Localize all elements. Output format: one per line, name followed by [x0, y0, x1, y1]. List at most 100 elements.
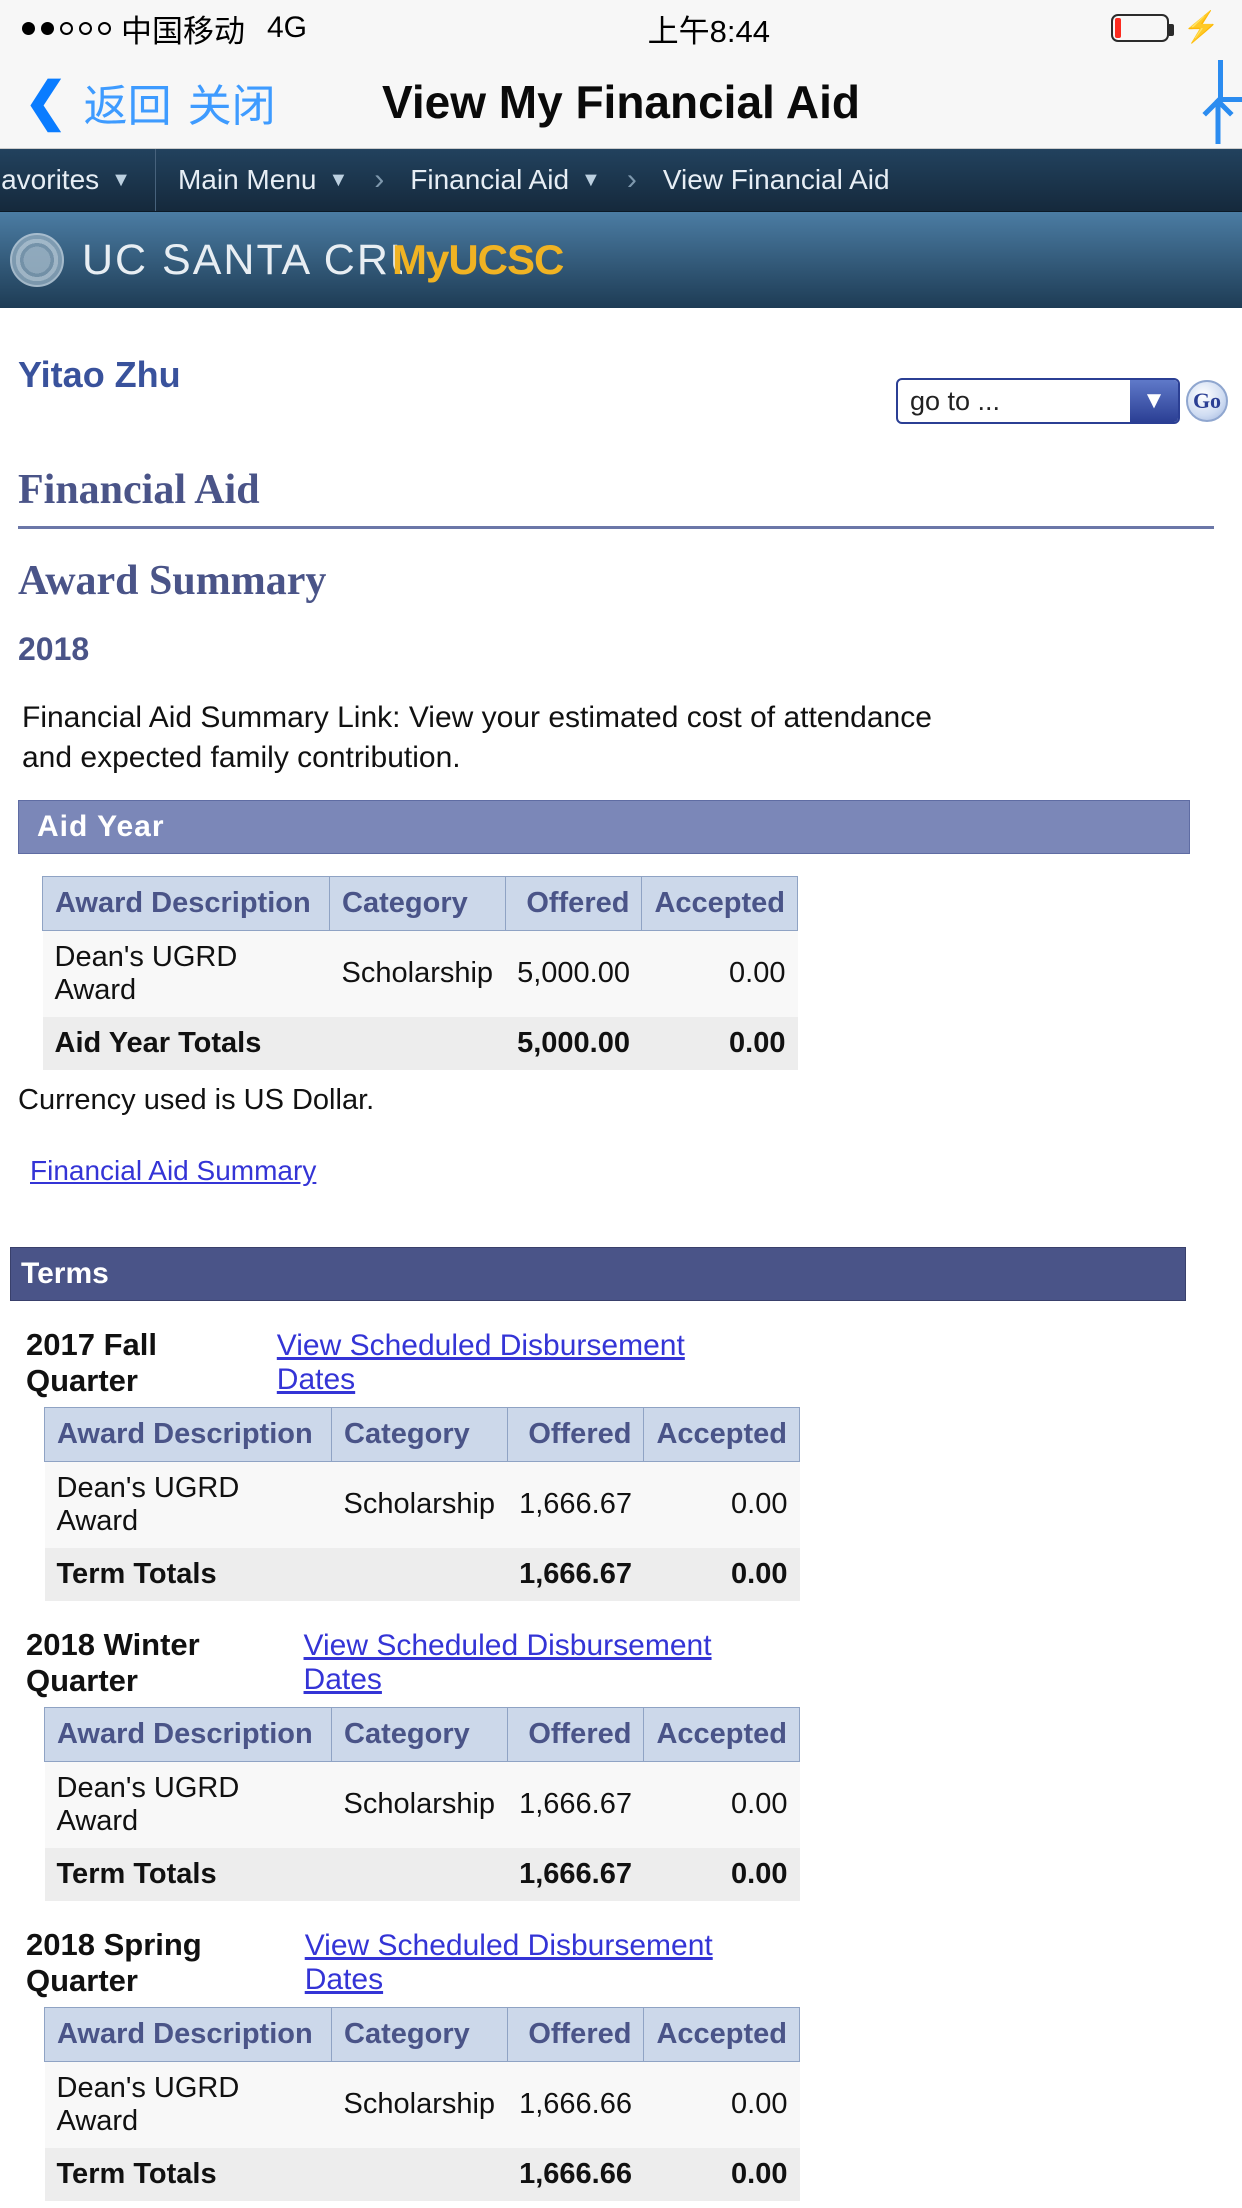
term-table: Award Description Category Offered Accep…: [44, 1707, 800, 1901]
table-totals-row: Term Totals 1,666.67 0.00: [45, 1848, 800, 1901]
term-name: 2017 Fall Quarter: [26, 1327, 277, 1399]
cell-totals-category: [330, 1017, 506, 1070]
cell-offered: 5,000.00: [505, 930, 642, 1017]
term-header: 2018 Winter Quarter View Scheduled Disbu…: [26, 1627, 786, 1699]
cell-accepted: 0.00: [642, 930, 798, 1017]
column-header-award-description: Award Description: [43, 876, 330, 930]
network-type-label: 4G: [267, 11, 307, 45]
term-name: 2018 Winter Quarter: [26, 1627, 304, 1699]
cell-category: Scholarship: [332, 1761, 508, 1848]
terms-section-header: Terms: [10, 1247, 1186, 1301]
breadcrumb-current: View Financial Aid: [641, 164, 912, 196]
cell-accepted: 0.00: [644, 2061, 800, 2148]
ucsc-banner: UC SANTA CRUZ MyUCSC: [0, 212, 1242, 308]
cell-category: Scholarship: [332, 2061, 508, 2148]
aid-year-summary-link-wrap: Financial Aid Summary: [0, 1117, 1242, 1187]
term-name: 2018 Spring Quarter: [26, 1927, 305, 1999]
table-header-row: Award Description Category Offered Accep…: [45, 1407, 800, 1461]
cell-totals-accepted: 0.00: [644, 2148, 800, 2201]
cell-totals-offered: 1,666.67: [507, 1848, 644, 1901]
ios-status-bar: 中国移动 4G 上午8:44 ⚡: [0, 0, 1242, 56]
table-row: Dean's UGRD Award Scholarship 1,666.66 0…: [45, 2061, 800, 2148]
breadcrumb-separator-icon: ›: [623, 163, 641, 197]
cell-award-description: Dean's UGRD Award: [43, 930, 330, 1017]
chevron-down-icon: ▼: [581, 169, 601, 192]
status-bar-right: ⚡: [1111, 13, 1220, 43]
cell-totals-offered: 1,666.67: [507, 1548, 644, 1601]
term-table: Award Description Category Offered Accep…: [44, 1407, 800, 1601]
goto-select[interactable]: go to ... ▼: [896, 378, 1180, 424]
breadcrumb-main-menu[interactable]: Main Menu ▼: [156, 164, 370, 196]
status-bar-clock: 上午8:44: [307, 6, 1111, 51]
term-block: 2017 Fall Quarter View Scheduled Disburs…: [0, 1327, 1242, 1601]
page-content: Yitao Zhu go to ... ▼ Go Financial Aid A…: [0, 308, 1242, 2208]
column-header-award-description: Award Description: [45, 1707, 332, 1761]
cell-totals-label: Aid Year Totals: [43, 1017, 330, 1070]
cell-totals-accepted: 0.00: [644, 1548, 800, 1601]
cell-award-description: Dean's UGRD Award: [45, 2061, 332, 2148]
cell-offered: 1,666.67: [507, 1761, 644, 1848]
cell-accepted: 0.00: [644, 1761, 800, 1848]
goto-row: go to ... ▼ Go: [0, 378, 1242, 424]
table-header-row: Award Description Category Offered Accep…: [45, 2007, 800, 2061]
view-disbursement-dates-link[interactable]: View Scheduled Disbursement Dates: [305, 1929, 770, 1997]
column-header-accepted: Accepted: [644, 2007, 800, 2061]
cell-category: Scholarship: [332, 1461, 508, 1548]
cell-totals-category: [332, 2148, 508, 2201]
column-header-offered: Offered: [507, 2007, 644, 2061]
intro-text: Financial Aid Summary Link: View your es…: [0, 668, 1010, 778]
view-disbursement-dates-link[interactable]: View Scheduled Disbursement Dates: [277, 1329, 770, 1397]
cell-offered: 1,666.66: [507, 2061, 644, 2148]
terms-currency-note: Currency used is US Dollar.: [0, 2201, 1242, 2208]
signal-strength-icon: [22, 22, 111, 35]
close-button[interactable]: 关闭: [188, 70, 276, 134]
table-row: Dean's UGRD Award Scholarship 1,666.67 0…: [45, 1461, 800, 1548]
chevron-down-icon: ▼: [328, 169, 348, 192]
breadcrumb-favorites[interactable]: Favorites ▼: [0, 149, 156, 211]
term-block: 2018 Winter Quarter View Scheduled Disbu…: [0, 1627, 1242, 1901]
table-totals-row: Aid Year Totals 5,000.00 0.00: [43, 1017, 798, 1070]
university-name: UC SANTA CRUZ: [82, 236, 402, 284]
table-row: Dean's UGRD Award Scholarship 5,000.00 0…: [43, 930, 798, 1017]
cell-totals-category: [332, 1848, 508, 1901]
column-header-category: Category: [332, 1707, 508, 1761]
table-totals-row: Term Totals 1,666.66 0.00: [45, 2148, 800, 2201]
university-name-wrap: UC SANTA CRUZ: [82, 236, 402, 285]
back-button[interactable]: 返回: [84, 70, 172, 134]
table-totals-row: Term Totals 1,666.67 0.00: [45, 1548, 800, 1601]
goto-selected-value: go to ...: [898, 386, 1130, 417]
financial-aid-summary-link[interactable]: Financial Aid Summary: [30, 1155, 316, 1187]
table-header-row: Award Description Category Offered Accep…: [45, 1707, 800, 1761]
cell-totals-label: Term Totals: [45, 2148, 332, 2201]
column-header-accepted: Accepted: [644, 1407, 800, 1461]
cell-category: Scholarship: [330, 930, 506, 1017]
charging-bolt-icon: ⚡: [1183, 13, 1220, 43]
cell-totals-offered: 5,000.00: [505, 1017, 642, 1070]
breadcrumb-main-menu-label: Main Menu: [178, 164, 317, 196]
cell-totals-category: [332, 1548, 508, 1601]
breadcrumb-current-label: View Financial Aid: [663, 164, 890, 196]
view-disbursement-dates-link[interactable]: View Scheduled Disbursement Dates: [304, 1629, 770, 1697]
column-header-category: Category: [332, 1407, 508, 1461]
cell-totals-label: Term Totals: [45, 1548, 332, 1601]
column-header-award-description: Award Description: [45, 1407, 332, 1461]
cell-totals-accepted: 0.00: [642, 1017, 798, 1070]
aid-year-table: Award Description Category Offered Accep…: [42, 876, 798, 1070]
nav-back-group[interactable]: ❮ 返回 关闭: [24, 70, 276, 134]
cell-totals-offered: 1,666.66: [507, 2148, 644, 2201]
chevron-left-icon[interactable]: ❮: [24, 76, 68, 128]
table-header-row: Award Description Category Offered Accep…: [43, 876, 798, 930]
term-table: Award Description Category Offered Accep…: [44, 2007, 800, 2201]
breadcrumb-favorites-label: Favorites: [0, 164, 99, 196]
term-block: 2018 Spring Quarter View Scheduled Disbu…: [0, 1927, 1242, 2201]
cell-award-description: Dean's UGRD Award: [45, 1461, 332, 1548]
chevron-down-icon: ▼: [111, 169, 131, 192]
chevron-down-icon[interactable]: ▼: [1130, 380, 1178, 422]
aid-year-currency-note: Currency used is US Dollar.: [0, 1070, 1242, 1117]
term-header: 2018 Spring Quarter View Scheduled Disbu…: [26, 1927, 786, 1999]
breadcrumb-separator-icon: ›: [370, 163, 388, 197]
breadcrumb-financial-aid[interactable]: Financial Aid ▼: [388, 164, 623, 196]
go-button[interactable]: Go: [1186, 380, 1228, 422]
breadcrumb: Favorites ▼ Main Menu ▼ › Financial Aid …: [0, 149, 1242, 212]
cell-offered: 1,666.67: [507, 1461, 644, 1548]
